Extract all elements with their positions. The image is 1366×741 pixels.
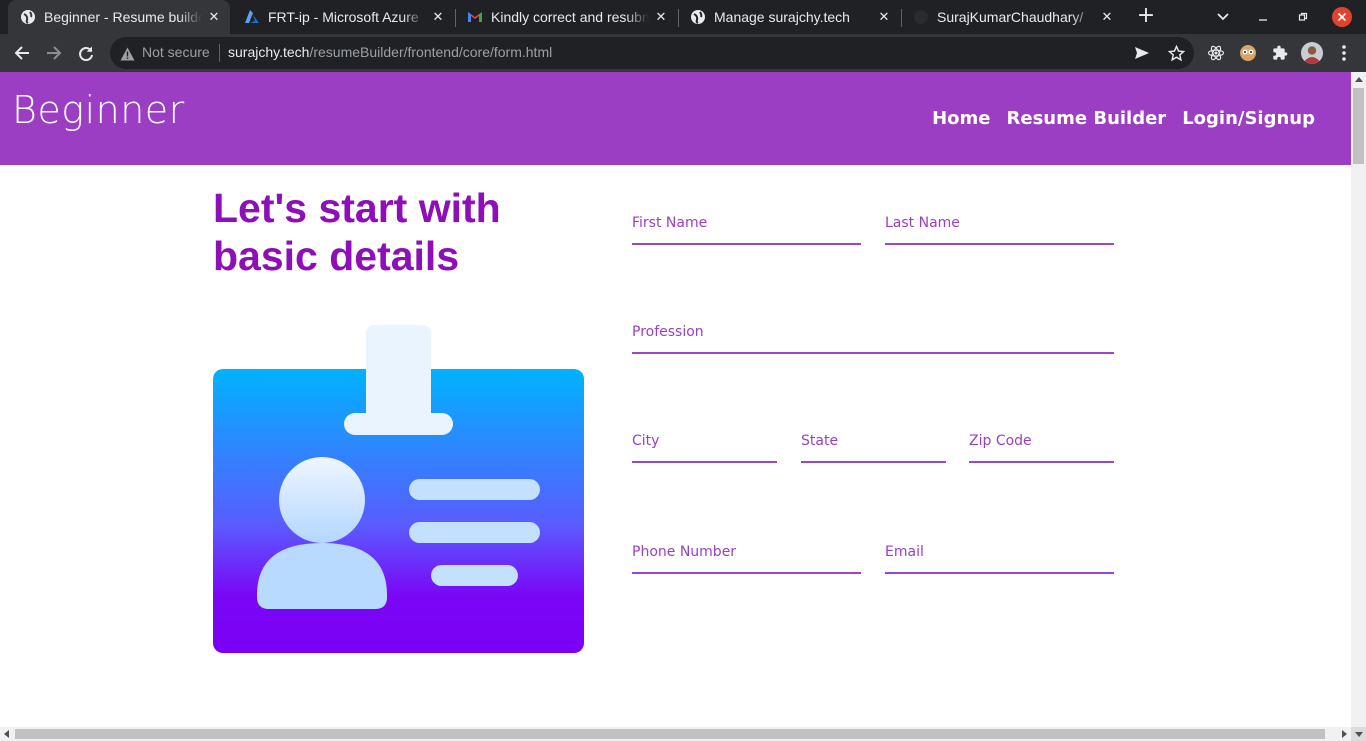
zip-code-field[interactable]: Zip Code <box>969 433 1114 463</box>
more-menu-icon[interactable] <box>1333 42 1355 64</box>
tab-title: Beginner - Resume builder <box>44 9 202 25</box>
address-divider <box>219 44 220 62</box>
profession-label: Profession <box>632 324 704 340</box>
first-name-field[interactable]: First Name <box>632 215 861 245</box>
phone-number-label: Phone Number <box>632 544 737 560</box>
react-devtools-icon[interactable] <box>1205 42 1227 64</box>
nav-login-signup-link[interactable]: Login/Signup <box>1182 108 1315 129</box>
tab-title: Manage surajchy.tech <box>714 9 850 25</box>
state-label: State <box>801 433 839 449</box>
first-name-label: First Name <box>632 215 708 231</box>
reload-icon[interactable] <box>74 41 98 65</box>
tab-azure[interactable]: FRT-ip - Microsoft Azure ✕ <box>232 0 454 34</box>
tab-title: Kindly correct and resubmit <box>491 9 649 25</box>
close-tab-icon[interactable]: ✕ <box>872 10 896 25</box>
site-header: Beginner Home Resume Builder Login/Signu… <box>0 72 1351 165</box>
horizontal-scrollbar[interactable] <box>0 727 1351 741</box>
close-tab-icon[interactable]: ✕ <box>202 10 226 25</box>
vertical-scrollbar[interactable] <box>1351 72 1366 727</box>
send-icon[interactable] <box>1132 43 1152 63</box>
last-name-label: Last Name <box>885 215 960 231</box>
forward-icon[interactable] <box>42 41 66 65</box>
url-text[interactable]: surajchy.tech/resumeBuilder/frontend/cor… <box>228 44 552 60</box>
horizontal-scroll-thumb[interactable] <box>15 729 1325 739</box>
azure-icon <box>244 9 260 25</box>
close-tab-icon[interactable]: ✕ <box>426 10 450 25</box>
github-icon <box>913 9 929 25</box>
extension-avatar-icon[interactable] <box>1237 42 1259 64</box>
tab-search-icon[interactable] <box>1208 0 1238 34</box>
tab-title: SurajKumarChaudhary/ <box>937 9 1084 25</box>
address-bar[interactable]: Not secure surajchy.tech/resumeBuilder/f… <box>110 37 1194 69</box>
gmail-icon <box>467 9 483 25</box>
email-field[interactable]: Email <box>885 544 1114 574</box>
last-name-field[interactable]: Last Name <box>885 215 1114 245</box>
restore-icon[interactable] <box>1290 0 1316 34</box>
scroll-down-arrow-icon[interactable] <box>1355 732 1363 737</box>
scroll-right-arrow-icon[interactable] <box>1342 730 1347 738</box>
id-badge-icon <box>213 325 584 653</box>
tab-gmail[interactable]: Kindly correct and resubmit ✕ <box>455 0 677 34</box>
close-tab-icon[interactable]: ✕ <box>1095 10 1119 25</box>
tab-github[interactable]: SurajKumarChaudhary/ ✕ <box>901 0 1123 34</box>
security-label[interactable]: Not secure <box>142 44 210 60</box>
tab-title: FRT-ip - Microsoft Azure <box>268 9 419 25</box>
vertical-scroll-thumb[interactable] <box>1353 88 1364 164</box>
url-host: surajchy.tech <box>228 44 310 60</box>
page-title: Let's start with basic details <box>213 185 501 279</box>
back-icon[interactable] <box>10 41 34 65</box>
bookmark-star-icon[interactable] <box>1166 43 1186 63</box>
browser-toolbar: Not secure surajchy.tech/resumeBuilder/f… <box>0 34 1366 72</box>
new-tab-button[interactable]: + <box>1134 5 1158 29</box>
scrollbar-corner <box>1351 727 1366 741</box>
close-tab-icon[interactable]: ✕ <box>649 10 673 25</box>
site-logo[interactable]: Beginner <box>12 88 185 132</box>
extensions-puzzle-icon[interactable] <box>1269 42 1291 64</box>
nav-home-link[interactable]: Home <box>932 108 990 129</box>
page-viewport: Beginner Home Resume Builder Login/Signu… <box>0 72 1351 727</box>
scroll-left-arrow-icon[interactable] <box>4 730 9 738</box>
city-label: City <box>632 433 660 449</box>
scroll-up-arrow-icon[interactable] <box>1355 77 1363 82</box>
email-label: Email <box>885 544 924 560</box>
zip-code-label: Zip Code <box>969 433 1032 449</box>
phone-number-field[interactable]: Phone Number <box>632 544 861 574</box>
tab-beginner[interactable]: Beginner - Resume builder ✕ <box>8 0 230 34</box>
nav-resume-builder-link[interactable]: Resume Builder <box>1007 108 1167 129</box>
profile-avatar-icon[interactable] <box>1301 42 1323 64</box>
globe-icon <box>690 9 706 25</box>
tab-manage-domain[interactable]: Manage surajchy.tech ✕ <box>678 0 900 34</box>
globe-icon <box>20 9 36 25</box>
url-path: /resumeBuilder/frontend/core/form.html <box>309 44 553 60</box>
main-nav: Home Resume Builder Login/Signup <box>932 108 1315 129</box>
profession-field[interactable]: Profession <box>632 324 1114 354</box>
minimize-icon[interactable] <box>1250 0 1276 34</box>
browser-tab-bar: Beginner - Resume builder ✕ FRT-ip - Mic… <box>0 0 1366 34</box>
close-window-icon[interactable] <box>1331 0 1353 34</box>
city-field[interactable]: City <box>632 433 777 463</box>
state-field[interactable]: State <box>801 433 946 463</box>
warning-icon[interactable] <box>120 46 135 65</box>
